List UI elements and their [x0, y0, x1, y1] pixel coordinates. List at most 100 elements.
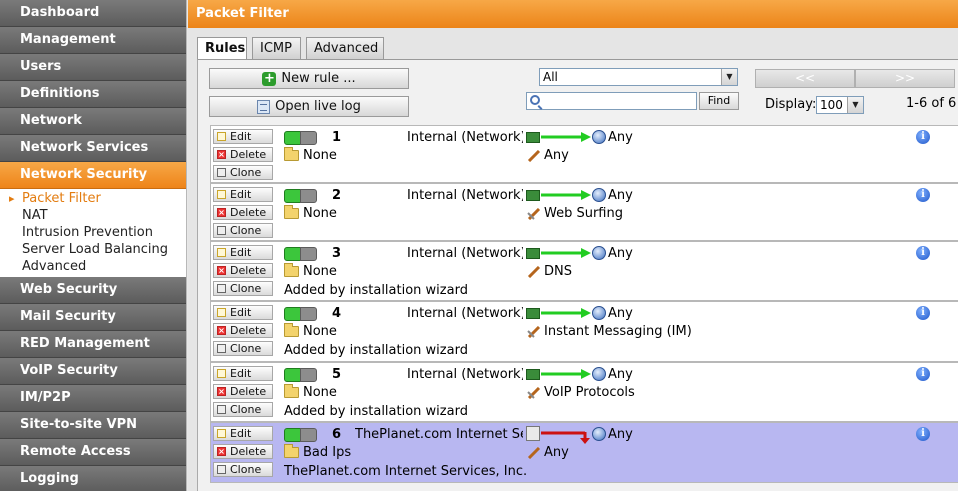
delete-label: Delete: [230, 385, 267, 398]
nav-management[interactable]: Management: [0, 27, 186, 54]
open-live-log-label: Open live log: [275, 99, 361, 114]
globe-icon: [592, 246, 606, 260]
display-count-value: 100: [820, 98, 843, 112]
rule-service: Instant Messaging (IM): [544, 324, 692, 339]
edit-button[interactable]: Edit: [213, 187, 273, 202]
delete-label: Delete: [230, 206, 267, 219]
service-icon: [527, 447, 541, 459]
delete-button[interactable]: × Delete: [213, 205, 273, 220]
rule-number: 1: [332, 130, 342, 145]
nav-site-to-site-vpn[interactable]: Site-to-site VPN: [0, 412, 186, 439]
rule-status-toggle[interactable]: [284, 189, 318, 203]
nav-logging[interactable]: Logging: [0, 466, 186, 491]
edit-button[interactable]: Edit: [213, 366, 273, 381]
rule-status-toggle[interactable]: [284, 307, 318, 321]
rule-service: VoIP Protocols: [544, 385, 635, 400]
range-text: 1-6 of 6: [906, 96, 957, 111]
network-icon: [526, 369, 540, 380]
display-count-select[interactable]: 100 ▼: [816, 96, 864, 114]
rule-group: None: [303, 324, 337, 339]
allow-arrow-icon: [541, 369, 591, 379]
info-icon[interactable]: i: [916, 367, 930, 381]
rule-destination: Any: [608, 188, 633, 203]
open-live-log-button[interactable]: Open live log: [209, 96, 409, 117]
clone-label: Clone: [230, 224, 262, 237]
subnav-packet-filter[interactable]: Packet Filter: [0, 190, 186, 207]
sidebar: Dashboard Management Users Definitions N…: [0, 0, 187, 491]
info-icon[interactable]: i: [916, 427, 930, 441]
nav-mail-security[interactable]: Mail Security: [0, 304, 186, 331]
subnav-server-load-balancing[interactable]: Server Load Balancing: [0, 241, 186, 258]
info-icon[interactable]: i: [916, 188, 930, 202]
clone-icon: [217, 405, 226, 414]
page-title: Packet Filter: [188, 0, 958, 28]
tab-icmp[interactable]: ICMP: [252, 37, 301, 60]
search-input[interactable]: [526, 92, 697, 110]
folder-icon: [284, 384, 299, 398]
clone-button[interactable]: Clone: [213, 341, 273, 356]
delete-icon: ×: [217, 208, 226, 217]
nav-network-services[interactable]: Network Services: [0, 135, 186, 162]
nav-network-security[interactable]: Network Security: [0, 162, 186, 189]
rule-service: Any: [544, 148, 569, 163]
info-icon[interactable]: i: [916, 246, 930, 260]
nav-definitions[interactable]: Definitions: [0, 81, 186, 108]
info-icon[interactable]: i: [916, 130, 930, 144]
clone-button[interactable]: Clone: [213, 281, 273, 296]
rule-row: Edit × Delete Clone 2 None Internal (Netw…: [210, 183, 958, 241]
clone-button[interactable]: Clone: [213, 462, 273, 477]
edit-button[interactable]: Edit: [213, 245, 273, 260]
filter-select[interactable]: All ▼: [539, 68, 738, 86]
delete-icon: ×: [217, 150, 226, 159]
find-button[interactable]: Find: [699, 92, 739, 110]
rule-status-toggle[interactable]: [284, 131, 318, 145]
nav-remote-access[interactable]: Remote Access: [0, 439, 186, 466]
tab-rules[interactable]: Rules: [197, 37, 247, 61]
subnav-nat[interactable]: NAT: [0, 207, 186, 224]
rule-status-toggle[interactable]: [284, 247, 318, 261]
subnav-intrusion-prevention[interactable]: Intrusion Prevention: [0, 224, 186, 241]
nav-network[interactable]: Network: [0, 108, 186, 135]
host-icon: [526, 426, 540, 441]
nav-dashboard[interactable]: Dashboard: [0, 0, 186, 27]
delete-button[interactable]: × Delete: [213, 263, 273, 278]
rule-service: Web Surfing: [544, 206, 623, 221]
clone-button[interactable]: Clone: [213, 165, 273, 180]
nav-red-management[interactable]: RED Management: [0, 331, 186, 358]
clone-button[interactable]: Clone: [213, 223, 273, 238]
pager-prev-button[interactable]: <<: [755, 69, 855, 88]
rule-comment: ThePlanet.com Internet Services, Inc.: [284, 464, 528, 479]
rule-source: ThePlanet.com Internet Se: [355, 427, 523, 442]
dropdown-arrow-icon: ▼: [847, 97, 863, 113]
rule-number: 4: [332, 306, 342, 321]
rule-group: None: [303, 206, 337, 221]
edit-label: Edit: [230, 306, 252, 319]
rule-number: 2: [332, 188, 342, 203]
delete-button[interactable]: × Delete: [213, 147, 273, 162]
rule-row: Edit × Delete Clone 5 None Internal (Netw…: [210, 362, 958, 422]
nav-im-p2p[interactable]: IM/P2P: [0, 385, 186, 412]
edit-icon: [217, 429, 226, 438]
info-icon[interactable]: i: [916, 306, 930, 320]
subnav-advanced[interactable]: Advanced: [0, 258, 186, 275]
edit-button[interactable]: Edit: [213, 426, 273, 441]
nav-web-security[interactable]: Web Security: [0, 277, 186, 304]
rule-status-toggle[interactable]: [284, 428, 318, 442]
clone-button[interactable]: Clone: [213, 402, 273, 417]
delete-button[interactable]: × Delete: [213, 323, 273, 338]
pager-next-button[interactable]: >>: [855, 69, 955, 88]
tab-advanced[interactable]: Advanced: [306, 37, 384, 60]
new-rule-button[interactable]: + New rule ...: [209, 68, 409, 89]
rule-service: Any: [544, 445, 569, 460]
delete-button[interactable]: × Delete: [213, 384, 273, 399]
rule-source: Internal (Network): [407, 246, 523, 261]
rule-row: Edit × Delete Clone 6 Bad Ips ThePlanet.c…: [210, 422, 958, 483]
nav-voip-security[interactable]: VoIP Security: [0, 358, 186, 385]
edit-button[interactable]: Edit: [213, 305, 273, 320]
delete-button[interactable]: × Delete: [213, 444, 273, 459]
delete-icon: ×: [217, 447, 226, 456]
rule-comment: Added by installation wizard: [284, 404, 468, 419]
rule-status-toggle[interactable]: [284, 368, 318, 382]
edit-button[interactable]: Edit: [213, 129, 273, 144]
nav-users[interactable]: Users: [0, 54, 186, 81]
